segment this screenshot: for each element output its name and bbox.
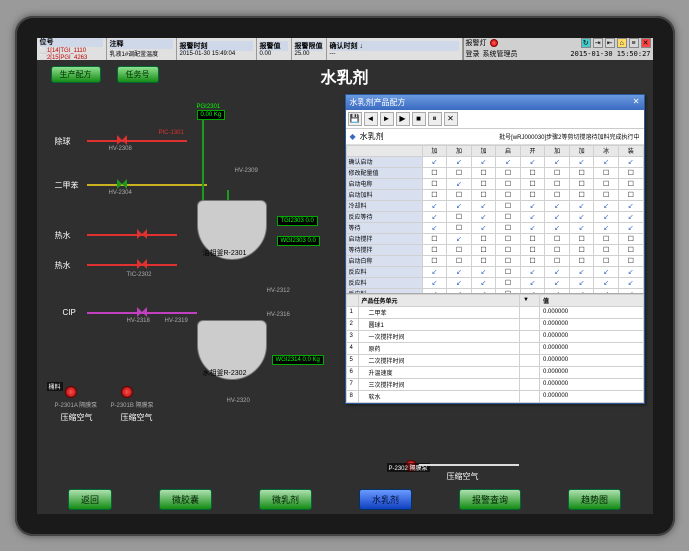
valve-3[interactable]	[137, 229, 147, 239]
vlbl-4: TIC-2302	[127, 272, 152, 278]
col-val: 报警值	[260, 41, 288, 51]
feed-label-2: 二甲苯	[55, 180, 79, 191]
valve-4[interactable]	[137, 259, 147, 269]
pipe-ylw	[87, 184, 207, 186]
page-title: 水乳剂	[320, 64, 368, 88]
vlbl-9: HV-2320	[227, 398, 250, 404]
tb-save-icon[interactable]: 💾	[348, 112, 362, 126]
pipe-grn-v	[202, 120, 204, 200]
recipe-dialog: 水乳剂产品配方 ✕ 💾 ◄ ► ▶ ■ ⏸ ✕ ◆ 水乳剂 批号[wRJ0000…	[345, 94, 645, 404]
dialog-close-icon[interactable]: ✕	[633, 97, 640, 108]
col-lim: 报警限值	[295, 41, 323, 51]
air-lbl-1: 压缩空气	[61, 412, 93, 423]
pipe-red-3	[87, 264, 177, 266]
alarm-table: 位号⬜1[14]TGI_1110⬜2[15]PGI_4263 注释乳液1#调配釜…	[37, 38, 463, 60]
task-button[interactable]: 任务号	[117, 66, 159, 83]
vlbl-7: HV-2312	[267, 288, 290, 294]
col-time: 报警时刻	[180, 41, 253, 51]
col-comment: 注释	[110, 39, 173, 49]
vlbl-11: PIC-1301	[159, 130, 184, 136]
nav-trend[interactable]: 趋势图	[568, 489, 621, 510]
person-out-icon[interactable]: ⇤	[605, 38, 615, 48]
pipe-red	[87, 140, 187, 142]
readout-4: WGI2314 0.0 Kg	[272, 355, 324, 365]
batch-status: 批号[wRJ000030]步骤2等剪切搅溶待加料完成执行中	[388, 132, 640, 141]
main-canvas: 水乳剂 生产配方 任务号 除球 二甲苯 热水 热水 CIP 油相釜R-2301 …	[37, 60, 653, 486]
step-grid[interactable]: 加加加启开加加冰装确认启动↙↙↙↙↙↙↙↙↙修改配量值☐☐☐☐☐☐☐☐☐启动电称…	[346, 145, 644, 293]
alarm-lamp-label: 报警灯	[466, 38, 487, 48]
valve-5[interactable]	[137, 307, 147, 317]
vlbl-3: HV-2309	[235, 168, 258, 174]
tb-stop-icon[interactable]: ■	[412, 112, 426, 126]
cip-label: CIP	[63, 308, 76, 317]
readout-2: TGI2303 0.0	[277, 216, 318, 226]
feed-label-3: 热水	[55, 230, 71, 241]
alarm-val: 0.00	[260, 51, 288, 57]
tb-play-icon[interactable]: ▶	[396, 112, 410, 126]
tb-pause-icon[interactable]: ⏸	[428, 112, 442, 126]
dialog-toolbar: 💾 ◄ ► ▶ ■ ⏸ ✕	[346, 110, 644, 129]
recipe-button[interactable]: 生产配方	[51, 66, 101, 83]
nav-microcap[interactable]: 微胶囊	[159, 489, 212, 510]
feed-label-1: 除球	[55, 136, 71, 147]
pump-lbl-2: P-2301B 隔膜泵	[111, 400, 154, 409]
vlbl-8: HV-2316	[267, 312, 290, 318]
pump-2[interactable]	[121, 386, 133, 398]
valve-2[interactable]	[117, 179, 127, 189]
tb-back-icon[interactable]: ◄	[364, 112, 378, 126]
refresh-icon[interactable]: ↻	[581, 38, 591, 48]
product-name: 水乳剂	[360, 131, 384, 142]
vlbl-5: HV-2318	[127, 318, 150, 324]
tablet-frame: 位号⬜1[14]TGI_1110⬜2[15]PGI_4263 注释乳液1#调配釜…	[15, 16, 675, 536]
vlbl-2: HV-2304	[109, 190, 132, 196]
vlbl-1: HV-2308	[109, 146, 132, 152]
pump-lbl-1: P-2301A 隔膜泵	[55, 400, 98, 409]
nav-alarm[interactable]: 报警查询	[459, 489, 521, 510]
alarm-row-1[interactable]: ⬜1[14]TGI_1110	[40, 47, 103, 54]
pump-1[interactable]	[65, 386, 77, 398]
readout-1: 0.00 Kg	[197, 110, 226, 120]
home-icon[interactable]: ⌂	[617, 38, 627, 48]
nav-back[interactable]: 返回	[68, 489, 112, 510]
toolbar-icons: ↻ ⇥ ⇤ ⌂ ≡ ✕	[581, 38, 651, 49]
valve-1[interactable]	[117, 135, 127, 145]
col-tag: 位号	[40, 38, 103, 47]
footer-nav: 返回 微胶囊 微乳剂 水乳剂 报警查询 趋势图	[37, 486, 653, 514]
person-in-icon[interactable]: ⇥	[593, 38, 603, 48]
air-lbl-3: 压缩空气	[447, 471, 479, 482]
alarm-ack: ---	[330, 51, 459, 57]
pipe-air	[419, 464, 519, 466]
readout-3: WGI2303 0.0	[277, 236, 320, 246]
close-icon[interactable]: ✕	[641, 38, 651, 48]
top-toolbar: 位号⬜1[14]TGI_1110⬜2[15]PGI_4263 注释乳液1#调配釜…	[37, 38, 653, 60]
tb-x-icon[interactable]: ✕	[444, 112, 458, 126]
login-label: 登录	[466, 49, 480, 59]
list-icon[interactable]: ≡	[629, 38, 639, 48]
tb-fwd-icon[interactable]: ►	[380, 112, 394, 126]
feed-label-4: 热水	[55, 260, 71, 271]
dialog-header: ◆ 水乳剂 批号[wRJ000030]步骤2等剪切搅溶待加料完成执行中	[346, 129, 644, 145]
alarm-lamp-icon	[490, 39, 498, 47]
air-lbl-2: 压缩空气	[121, 412, 153, 423]
tank-oil-label: 油相釜R-2301	[203, 248, 247, 258]
vlbl-6: HV-2319	[165, 318, 188, 324]
alarm-lim: 25.00	[295, 51, 323, 57]
alarm-comment: 乳液1#调配釜温度	[110, 49, 173, 58]
alarm-time: 2015-01-30 15:49:04	[180, 51, 253, 57]
param-grid[interactable]: 产品任务单元▼值1二甲苯0.0000002圆球10.0000003一次搅拌时间0…	[346, 293, 644, 403]
pid-diagram: 除球 二甲苯 热水 热水 CIP 油相釜R-2301 水相釜R-2302 0.0…	[47, 90, 353, 476]
user-name: 系统管理员	[483, 49, 518, 59]
pipe-red-2	[87, 234, 177, 236]
dialog-titlebar[interactable]: 水乳剂产品配方 ✕	[346, 95, 644, 110]
col-ack[interactable]: 确认时刻 ↓	[330, 41, 459, 51]
tank-water-label: 水相釜R-2302	[203, 368, 247, 378]
pgi-label: PGI2301	[197, 104, 221, 110]
nav-wateremul[interactable]: 水乳剂	[359, 489, 412, 510]
nav-microemul[interactable]: 微乳剂	[259, 489, 312, 510]
screen: 位号⬜1[14]TGI_1110⬜2[15]PGI_4263 注释乳液1#调配釜…	[37, 38, 653, 514]
pump-tag: 桶料	[47, 382, 63, 391]
clock: 2015-01-30 15:50:27	[570, 50, 650, 58]
dialog-title: 水乳剂产品配方	[350, 97, 406, 108]
